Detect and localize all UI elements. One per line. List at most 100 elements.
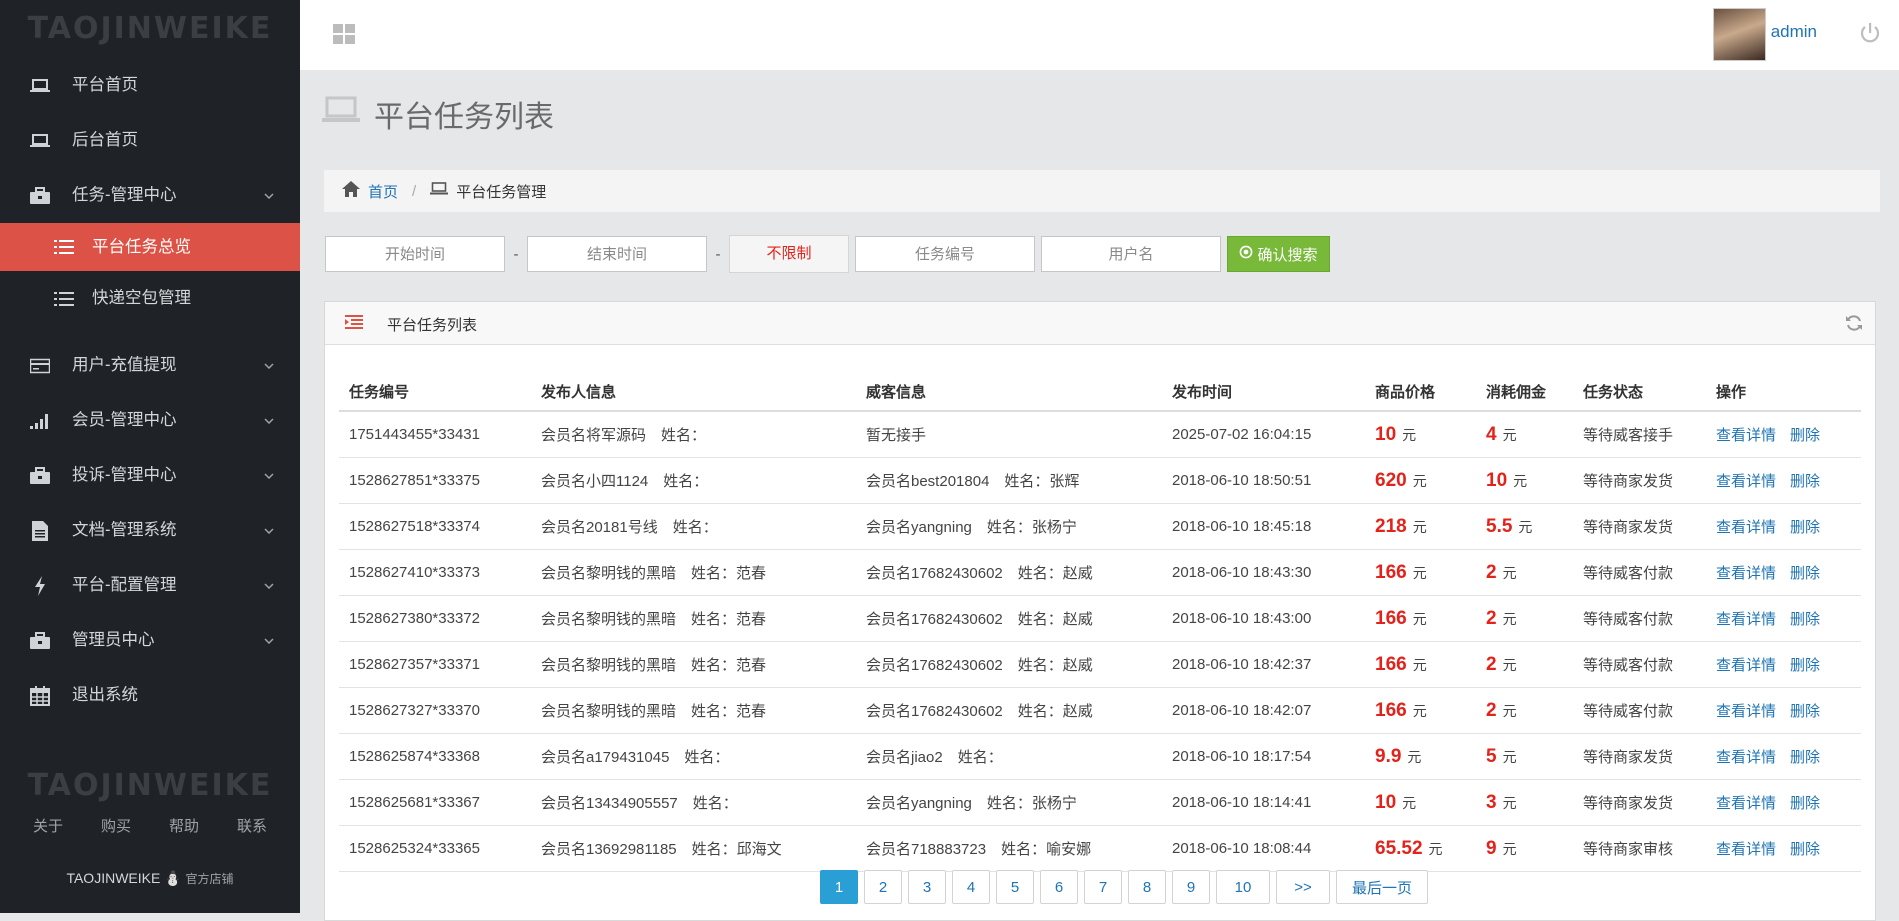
sidebar-item-complaint-center[interactable]: 投诉-管理中心: [0, 448, 300, 503]
briefcase-icon: [28, 448, 52, 503]
view-details-link[interactable]: 查看详情: [1716, 519, 1776, 536]
currency-unit: 元: [1407, 748, 1422, 765]
chevron-down-icon: [264, 168, 274, 223]
sidebar-item-user-recharge[interactable]: 用户-充值提现: [0, 338, 300, 393]
table-body: 1751443455*33431 会员名将军源码 姓名： 暂无接手 2025-0…: [339, 411, 1861, 872]
view-details-link[interactable]: 查看详情: [1716, 749, 1776, 766]
panel-header: 平台任务列表: [325, 302, 1875, 345]
page-button-5[interactable]: 5: [996, 870, 1034, 904]
footer-link-buy[interactable]: 购买: [101, 815, 131, 836]
last-page-button[interactable]: 最后一页: [1336, 870, 1428, 904]
page-button-9[interactable]: 9: [1172, 870, 1210, 904]
task-id-cell: 1528627327*33370: [339, 687, 531, 734]
currency-unit: 元: [1412, 610, 1427, 627]
status-cell: 等待威客付款: [1573, 595, 1706, 642]
price-cell: 218 元: [1365, 503, 1476, 550]
footer-link-contact[interactable]: 联系: [237, 815, 267, 836]
task-id-cell: 1528625681*33367: [339, 779, 531, 826]
column-header-commission: 消耗佣金: [1476, 372, 1573, 412]
laptop-icon: [28, 58, 52, 113]
delete-link[interactable]: 删除: [1790, 611, 1820, 628]
commission-cell: 2元: [1476, 687, 1573, 734]
confirm-search-label: 确认搜索: [1257, 246, 1318, 264]
page-button-10[interactable]: 10: [1216, 870, 1270, 904]
page-button-6[interactable]: 6: [1040, 870, 1078, 904]
commission-cell: 5元: [1476, 733, 1573, 780]
sidebar-item-document-system[interactable]: 文档-管理系统: [0, 503, 300, 558]
status-cell: 等待威客付款: [1573, 549, 1706, 596]
page-button-7[interactable]: 7: [1084, 870, 1122, 904]
actions-cell: 查看详情 删除: [1706, 595, 1861, 642]
worker-cell: 会员名yangning 姓名：张杨宁: [856, 503, 1162, 550]
delete-link[interactable]: 删除: [1790, 703, 1820, 720]
footer-link-help[interactable]: 帮助: [169, 815, 199, 836]
column-header-task-id: 任务编号: [339, 372, 531, 412]
column-header-actions: 操作: [1706, 372, 1861, 412]
delete-link[interactable]: 删除: [1790, 657, 1820, 674]
page-button-1[interactable]: 1: [820, 870, 858, 904]
next-page-button[interactable]: >>: [1276, 870, 1330, 904]
page-button-8[interactable]: 8: [1128, 870, 1166, 904]
table-row: 1528625874*33368 会员名a179431045 姓名： 会员名ji…: [339, 733, 1861, 780]
start-time-input[interactable]: [325, 236, 505, 272]
table-row: 1528625681*33367 会员名13434905557 姓名： 会员名y…: [339, 779, 1861, 826]
official-shop-link[interactable]: TAOJINWEIKE ⛄ 官方店铺: [0, 870, 300, 887]
sidebar-item-admin-home[interactable]: 后台首页: [0, 113, 300, 168]
view-details-link[interactable]: 查看详情: [1716, 841, 1776, 858]
view-details-link[interactable]: 查看详情: [1716, 795, 1776, 812]
view-details-link[interactable]: 查看详情: [1716, 703, 1776, 720]
power-icon[interactable]: [1859, 22, 1881, 44]
sidebar-item-task-overview[interactable]: 平台任务总览: [0, 223, 300, 271]
view-details-link[interactable]: 查看详情: [1716, 657, 1776, 674]
sidebar-item-express-package[interactable]: 快递空包管理: [0, 271, 300, 326]
price-value: 620: [1375, 469, 1407, 491]
grid-menu-icon[interactable]: [333, 24, 355, 44]
view-details-link[interactable]: 查看详情: [1716, 611, 1776, 628]
publisher-cell: 会员名黎明钱的黑暗 姓名：范春: [531, 549, 856, 596]
refresh-icon[interactable]: [1845, 314, 1863, 336]
laptop-icon: [430, 182, 449, 200]
sidebar-item-platform-config[interactable]: 平台-配置管理: [0, 558, 300, 613]
task-number-input[interactable]: [855, 236, 1035, 272]
username-link[interactable]: admin: [1771, 22, 1817, 42]
sidebar-item-logout[interactable]: 退出系统: [0, 668, 300, 723]
sidebar-item-platform-home[interactable]: 平台首页: [0, 58, 300, 113]
sidebar-item-member-center[interactable]: 会员-管理中心: [0, 393, 300, 448]
footer-link-about[interactable]: 关于: [33, 815, 63, 836]
table-row: 1528625324*33365 会员名13692981185 姓名：邱海文 会…: [339, 825, 1861, 872]
column-header-worker: 威客信息: [856, 372, 1162, 412]
sidebar-item-task-center[interactable]: 任务-管理中心: [0, 168, 300, 223]
delete-link[interactable]: 删除: [1790, 841, 1820, 858]
worker-cell: 会员名17682430602 姓名：赵威: [856, 595, 1162, 642]
page-button-2[interactable]: 2: [864, 870, 902, 904]
page-button-3[interactable]: 3: [908, 870, 946, 904]
status-limit-select[interactable]: 不限制: [729, 235, 849, 273]
delete-link[interactable]: 删除: [1790, 749, 1820, 766]
confirm-search-button[interactable]: 确认搜索: [1227, 236, 1330, 272]
task-id-cell: 1528627851*33375: [339, 457, 531, 504]
table-row: 1751443455*33431 会员名将军源码 姓名： 暂无接手 2025-0…: [339, 411, 1861, 458]
view-details-link[interactable]: 查看详情: [1716, 565, 1776, 582]
view-details-link[interactable]: 查看详情: [1716, 427, 1776, 444]
end-time-input[interactable]: [527, 236, 707, 272]
currency-unit: 元: [1412, 564, 1427, 581]
table-row: 1528627851*33375 会员名小四1124 姓名： 会员名best20…: [339, 457, 1861, 504]
delete-link[interactable]: 删除: [1790, 795, 1820, 812]
delete-link[interactable]: 删除: [1790, 473, 1820, 490]
sidebar-item-admin-center[interactable]: 管理员中心: [0, 613, 300, 668]
shop-icon: ⛄: [164, 870, 182, 886]
shop-name: TAOJINWEIKE: [66, 870, 161, 886]
column-header-publish-time: 发布时间: [1162, 372, 1365, 412]
worker-cell: 会员名yangning 姓名：张杨宁: [856, 779, 1162, 826]
delete-link[interactable]: 删除: [1790, 427, 1820, 444]
delete-link[interactable]: 删除: [1790, 565, 1820, 582]
view-details-link[interactable]: 查看详情: [1716, 473, 1776, 490]
breadcrumb-home-link[interactable]: 首页: [368, 181, 398, 202]
username-input[interactable]: [1041, 236, 1221, 272]
currency-unit: 元: [1502, 656, 1517, 673]
breadcrumb-current: 平台任务管理: [456, 183, 547, 201]
table-row: 1528627410*33373 会员名黎明钱的黑暗 姓名：范春 会员名1768…: [339, 549, 1861, 596]
page-button-4[interactable]: 4: [952, 870, 990, 904]
avatar[interactable]: [1713, 8, 1766, 61]
delete-link[interactable]: 删除: [1790, 519, 1820, 536]
